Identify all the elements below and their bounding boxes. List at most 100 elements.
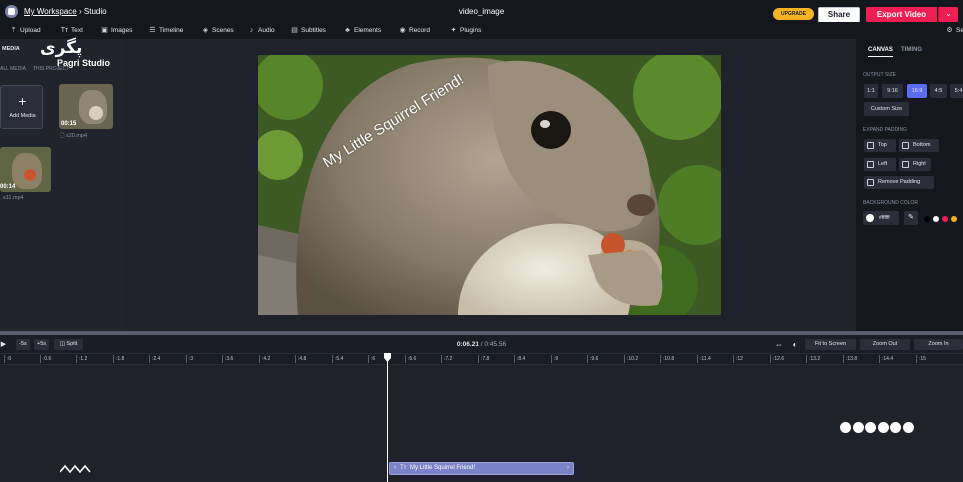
toolbar-text[interactable]: Tт Text bbox=[60, 26, 83, 36]
current-time: 0:06.21 bbox=[456, 341, 479, 348]
zoom-out-button[interactable]: Zoom Out bbox=[860, 339, 910, 350]
split-view-icon[interactable]: ◐ bbox=[790, 339, 800, 350]
media-panel: MEDIA ALL MEDIA THIS PROJECT + Add Media… bbox=[0, 39, 125, 331]
ruler-tick: :10.8 bbox=[660, 355, 674, 363]
audio-wave-icon bbox=[60, 464, 91, 474]
toolbar-settings[interactable]: ⚙ Se bbox=[945, 26, 963, 36]
ruler-tick: :7.8 bbox=[478, 355, 489, 363]
plugins-icon: ✦ bbox=[450, 27, 457, 34]
ruler-tick: :4.2 bbox=[259, 355, 270, 363]
pad-right-label: Right bbox=[913, 161, 926, 167]
properties-panel: CANVAS TIMING OUTPUT SIZE 1:1 9:16 16:9 … bbox=[856, 39, 963, 331]
eyedropper-icon[interactable]: ✎ bbox=[904, 211, 918, 225]
upload-icon: ⤒ bbox=[11, 27, 16, 34]
media-filename: 🗋 s20.mp4 bbox=[60, 133, 88, 139]
ruler-tick: :12.6 bbox=[770, 355, 784, 363]
size-5-4-button[interactable]: 5:4 bbox=[950, 84, 963, 98]
checkbox-icon bbox=[867, 179, 874, 186]
toolbar-record[interactable]: ◉ Record bbox=[398, 26, 430, 36]
ruler-tick: :0.6 bbox=[40, 355, 51, 363]
add-media-button[interactable]: + Add Media bbox=[0, 85, 43, 129]
thumb-squirrel-belly bbox=[89, 106, 103, 120]
zoom-in-button[interactable]: Zoom In bbox=[914, 339, 963, 350]
media-thumb-s20[interactable]: 00:15 bbox=[59, 84, 113, 129]
snap-icon[interactable]: ⇔ bbox=[773, 339, 785, 350]
fit-to-screen-button[interactable]: Fit to Screen bbox=[805, 339, 856, 350]
ruler-tick: :9.6 bbox=[587, 355, 598, 363]
ruler-tick: :6.6 bbox=[405, 355, 416, 363]
ruler-tick: :15 bbox=[916, 355, 926, 363]
ruler-tick: :13.2 bbox=[806, 355, 820, 363]
size-1-1-button[interactable]: 1:1 bbox=[864, 84, 878, 98]
media-thumb-s11[interactable]: 00:14 bbox=[0, 147, 51, 192]
toolbar-upload-label: Upload bbox=[20, 27, 41, 34]
export-dropdown-chevron-icon[interactable]: ⌄ bbox=[938, 7, 958, 22]
text-clip-label: My Little Squirrel Friend! bbox=[410, 465, 476, 471]
pad-top-label: Top bbox=[878, 142, 887, 148]
toolbar-elements-label: Elements bbox=[354, 27, 382, 34]
background-color-input[interactable]: #ffffff bbox=[863, 211, 899, 225]
pad-bottom-label: Bottom bbox=[913, 142, 931, 148]
custom-size-button[interactable]: Custom Size bbox=[864, 102, 909, 116]
main-toolbar: ⤒ Upload Tт Text ▣ Images ☰ Timeline ◈ Scenes… bbox=[0, 22, 963, 39]
loading-dot bbox=[852, 422, 864, 433]
pad-left-checkbox[interactable]: Left bbox=[864, 158, 896, 171]
toolbar-timeline[interactable]: ☰ Timeline bbox=[148, 26, 183, 36]
toolbar-subtitles[interactable]: ▤ Subtitles bbox=[290, 26, 326, 36]
toolbar-elements[interactable]: ♣ Elements bbox=[343, 26, 381, 36]
toolbar-audio-label: Audio bbox=[258, 27, 275, 34]
toolbar-timeline-label: Timeline bbox=[159, 27, 184, 34]
video-canvas[interactable]: My Little Squirrel Friend! bbox=[258, 55, 721, 315]
remove-padding-checkbox[interactable]: Remove Padding bbox=[864, 176, 934, 189]
preset-color-red[interactable] bbox=[942, 216, 948, 222]
preset-color-yellow[interactable] bbox=[951, 216, 957, 222]
tab-timing[interactable]: TIMING bbox=[901, 47, 922, 53]
remove-padding-label: Remove Padding bbox=[878, 179, 921, 185]
media-filename-text: s20.mp4 bbox=[65, 133, 88, 139]
loading-dots-icon bbox=[840, 422, 915, 435]
ruler-tick: :2.4 bbox=[149, 355, 160, 363]
media-duration: 00:14 bbox=[0, 184, 16, 190]
ruler-tick: :6 bbox=[368, 355, 375, 363]
pad-top-checkbox[interactable]: Top bbox=[864, 139, 896, 152]
images-icon: ▣ bbox=[101, 27, 108, 34]
pad-right-checkbox[interactable]: Right bbox=[899, 158, 931, 171]
export-video-button[interactable]: Export Video bbox=[866, 7, 937, 22]
total-time: 0:45.56 bbox=[484, 341, 507, 348]
clip-handle-right-icon[interactable]: › bbox=[567, 463, 569, 474]
toolbar-scenes-label: Scenes bbox=[212, 27, 234, 34]
ruler-tick: :7.2 bbox=[441, 355, 452, 363]
preset-color-white[interactable] bbox=[933, 216, 939, 222]
timeline-icon: ☰ bbox=[149, 27, 156, 34]
ruler-tick: :8.4 bbox=[514, 355, 525, 363]
clip-handle-left-icon[interactable]: ‹ bbox=[394, 463, 396, 474]
toolbar-plugins[interactable]: ✦ Plugins bbox=[449, 26, 482, 36]
pad-bottom-checkbox[interactable]: Bottom bbox=[899, 139, 939, 152]
timeline-ruler[interactable]: :0 :0.6 :1.2 :1.8 :2.4 :3 :3.6 :4.2 :4.8… bbox=[0, 353, 963, 365]
size-9-16-button[interactable]: 9:16 bbox=[882, 84, 903, 98]
filter-all-media[interactable]: ALL MEDIA bbox=[0, 66, 26, 72]
time-separator: / bbox=[480, 341, 483, 348]
toolbar-scenes[interactable]: ◈ Scenes bbox=[201, 26, 234, 36]
upgrade-button[interactable]: UPGRADE bbox=[773, 8, 814, 20]
toolbar-images[interactable]: ▣ Images bbox=[100, 26, 132, 36]
preset-color-black[interactable] bbox=[924, 216, 930, 222]
toolbar-audio[interactable]: ♪ Audio bbox=[247, 26, 275, 36]
tab-canvas[interactable]: CANVAS bbox=[868, 47, 893, 57]
toolbar-settings-label: Se bbox=[956, 27, 963, 34]
playhead-line[interactable] bbox=[387, 353, 388, 482]
ruler-tick: :1.8 bbox=[113, 355, 124, 363]
timeline-controls: ▶ -5s +5s ◫ Split 0:06.21 / 0:45.56 ⇔ ◐ … bbox=[0, 335, 963, 353]
toolbar-upload[interactable]: ⤒ Upload bbox=[9, 26, 41, 36]
checkbox-icon bbox=[902, 161, 909, 168]
text-icon: Tт bbox=[60, 27, 69, 34]
checkbox-icon bbox=[902, 142, 909, 149]
text-clip[interactable]: ‹ Tт My Little Squirrel Friend! › bbox=[389, 462, 574, 475]
size-16-9-button[interactable]: 16:9 bbox=[907, 84, 927, 98]
tab-media[interactable]: MEDIA bbox=[2, 46, 20, 52]
top-bar: My Workspace › Studio video_image UPGRAD… bbox=[0, 0, 963, 23]
size-4-5-button[interactable]: 4:5 bbox=[930, 84, 947, 98]
checkbox-icon bbox=[867, 142, 874, 149]
toolbar-text-label: Text bbox=[71, 27, 83, 34]
share-button[interactable]: Share bbox=[818, 7, 860, 23]
